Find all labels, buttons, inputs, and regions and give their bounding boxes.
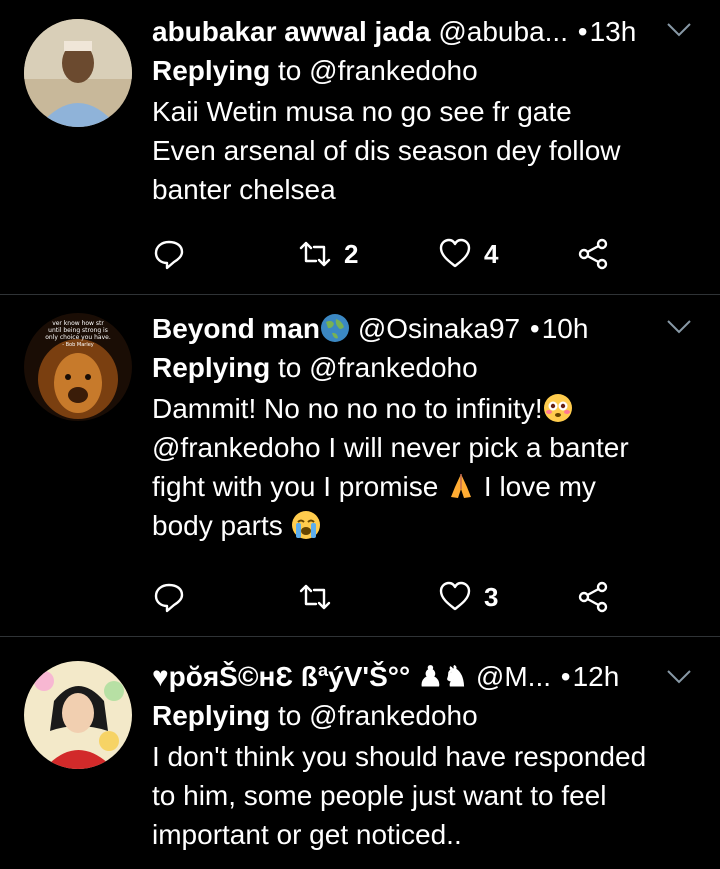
avatar-quote-line: only choice you have. [45, 334, 111, 341]
caret-down-icon[interactable] [666, 319, 692, 335]
avatar[interactable]: ver know how str until being strong is o… [24, 313, 132, 421]
tweet-text: Dammit! No no no no to infinity! @franke… [152, 389, 700, 545]
like-icon [439, 581, 471, 611]
replying-to: Replying to @frankedoho [152, 697, 700, 735]
tweet-line: banter chelsea [152, 174, 336, 205]
share-button[interactable] [576, 234, 610, 274]
reply-icon [154, 583, 184, 613]
pray-emoji [451, 474, 472, 498]
timestamp[interactable]: 13h [590, 16, 637, 47]
share-icon [578, 581, 608, 613]
tweet-header: Beyond man @Osinaka97 •10h [152, 309, 700, 349]
user-name[interactable]: Beyond man [152, 313, 320, 344]
user-name[interactable]: ♥pŏяŠ©нƐ ßªýV'Š°° ♟♞ [152, 661, 468, 692]
tweet-line: fight with you I promise [152, 471, 439, 502]
tweet-line: Kaii Wetin musa no go see fr gate [152, 96, 572, 127]
tweet-line: Even arsenal of dis season dey follow [152, 135, 621, 166]
tweet-actions: 2 4 [152, 234, 700, 274]
replying-to: Replying to @frankedoho [152, 349, 700, 387]
retweet-count: 2 [344, 238, 359, 269]
tweet-line: Dammit! No no no no to infinity! [152, 393, 543, 424]
reply-icon [154, 240, 184, 270]
replying-label: Replying [152, 352, 271, 383]
separator-dot: • [577, 16, 588, 47]
tweet-actions: 3 [152, 577, 700, 617]
caret-down-icon[interactable] [666, 22, 692, 38]
timestamp[interactable]: 10h [542, 313, 589, 344]
user-name[interactable]: abubakar awwal jada [152, 16, 431, 47]
user-handle[interactable]: @M... [476, 661, 551, 692]
tweet-line: body parts [152, 510, 291, 541]
tweet-2[interactable]: ver know how str until being strong is o… [0, 295, 720, 637]
retweet-button[interactable] [298, 577, 344, 617]
tweet-1[interactable]: abubakar awwal jada @abuba... •13h Reply… [0, 0, 720, 295]
separator-dot: • [529, 313, 540, 344]
tweet-line: important or get noticed.. [152, 819, 462, 850]
replying-target[interactable]: to @frankedoho [278, 700, 478, 731]
tweet-text: I don't think you should have responded … [152, 737, 700, 854]
replying-label: Replying [152, 55, 271, 86]
retweet-icon [299, 584, 331, 610]
replying-to: Replying to @frankedoho [152, 52, 700, 90]
like-count: 4 [484, 238, 499, 269]
reply-button[interactable] [152, 577, 186, 617]
like-button[interactable]: 4 [438, 234, 498, 274]
avatar-quote-line: - Bob Marley [62, 342, 94, 348]
share-icon [578, 238, 608, 270]
tweet-header: abubakar awwal jada @abuba... •13h [152, 12, 700, 52]
timestamp[interactable]: 12h [573, 661, 620, 692]
reply-button[interactable] [152, 234, 186, 274]
avatar[interactable] [24, 19, 132, 127]
caret-down-icon[interactable] [666, 669, 692, 685]
tweet-3[interactable]: ♥pŏяŠ©нƐ ßªýV'Š°° ♟♞ @M... •12h Replying… [0, 637, 720, 869]
retweet-button[interactable]: 2 [298, 234, 358, 274]
tweet-line: I love my [476, 471, 596, 502]
like-button[interactable]: 3 [438, 577, 498, 617]
share-button[interactable] [576, 577, 610, 617]
replying-target[interactable]: to @frankedoho [278, 352, 478, 383]
avatar-quote-line: until being strong is [48, 327, 108, 334]
flushed-emoji [543, 394, 572, 422]
user-handle[interactable]: @abuba... [438, 16, 568, 47]
tweet-line: @frankedoho I will never pick a banter [152, 432, 629, 463]
tweet-text: Kaii Wetin musa no go see fr gate Even a… [152, 92, 700, 209]
tweet-line: to him, some people just want to feel [152, 780, 607, 811]
like-icon [439, 238, 471, 268]
tweet-line: I don't think you should have responded [152, 741, 647, 772]
globe-emoji [321, 314, 350, 342]
like-count: 3 [484, 581, 499, 612]
crying-emoji [291, 511, 320, 539]
replying-target[interactable]: to @frankedoho [278, 55, 478, 86]
user-handle[interactable]: @Osinaka97 [358, 313, 520, 344]
replying-label: Replying [152, 700, 271, 731]
avatar[interactable] [24, 661, 132, 769]
retweet-icon [299, 241, 331, 267]
tweet-header: ♥pŏяŠ©нƐ ßªýV'Š°° ♟♞ @M... •12h [152, 657, 700, 697]
separator-dot: • [560, 661, 571, 692]
avatar-quote-line: ver know how str [52, 320, 104, 327]
